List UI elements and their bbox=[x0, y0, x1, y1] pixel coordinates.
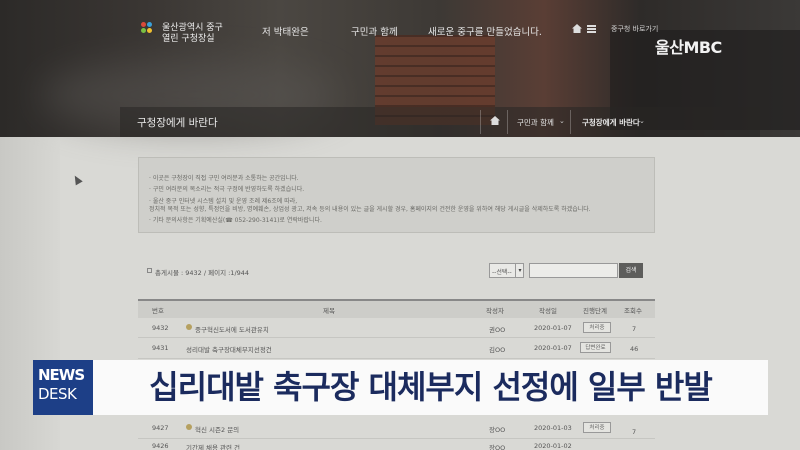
row-title-link[interactable]: 중구혁신도서에 도서관유치 bbox=[195, 324, 269, 334]
chevron-down-icon[interactable]: ⌄ bbox=[559, 117, 565, 125]
menu-icon[interactable] bbox=[587, 25, 596, 33]
column-header-views: 조회수 bbox=[624, 307, 642, 315]
org-name-line2: 열린 구청장실 bbox=[162, 34, 215, 44]
row-views: 7 bbox=[632, 325, 637, 333]
row-title-link[interactable]: 성리대발 축구장대체부지선정건 bbox=[186, 344, 272, 354]
news-headline: 십리대밭 축구장 대체부지 선정에 일부 반발 bbox=[149, 368, 713, 406]
row-author: 권OO bbox=[489, 326, 506, 334]
post-count: 총게시물 : 9432 / 페이지 :1/944 bbox=[155, 269, 250, 277]
notice-line: 정치적 목적 또는 성향, 특정인을 비방, 명예훼손, 상업성 광고, 저속 … bbox=[149, 206, 591, 213]
row-title-link[interactable]: 기간제 채용 관련 건 bbox=[186, 442, 240, 450]
nav-item-new-junggu[interactable]: 새로운 중구를 만들었습니다. bbox=[428, 24, 542, 38]
row-views: 7 bbox=[632, 428, 637, 436]
notice-line: · 구민 여러분의 목소리는 적극 구정에 반영하도록 하겠습니다. bbox=[149, 186, 305, 193]
divider bbox=[570, 110, 571, 134]
column-header-title: 제목 bbox=[323, 307, 335, 315]
column-header-status: 진행단계 bbox=[583, 307, 607, 315]
nav-item-intro[interactable]: 저 박태완은 bbox=[262, 24, 309, 38]
status-badge: 처리중 bbox=[583, 322, 611, 333]
row-date: 2020-01-03 bbox=[534, 424, 572, 432]
chevron-down-icon[interactable]: ⌄ bbox=[639, 117, 645, 125]
row-number: 9432 bbox=[152, 324, 169, 332]
breadcrumb-item-together[interactable]: 구민과 함께 bbox=[517, 117, 554, 128]
row-date: 2020-01-07 bbox=[534, 344, 572, 352]
divider bbox=[480, 110, 481, 134]
divider bbox=[507, 110, 508, 134]
row-number: 9426 bbox=[152, 442, 169, 450]
goto-junggu-link[interactable]: 중구청 바로가기 bbox=[611, 24, 658, 34]
lock-icon bbox=[186, 424, 192, 430]
row-date: 2020-01-07 bbox=[534, 324, 572, 332]
row-views: 46 bbox=[630, 345, 639, 353]
table-header bbox=[138, 299, 655, 318]
search-button[interactable]: 검색 bbox=[619, 263, 643, 278]
home-icon[interactable] bbox=[572, 24, 582, 33]
column-header-date: 작성일 bbox=[539, 307, 557, 315]
breadcrumb-home-icon[interactable] bbox=[490, 116, 500, 125]
count-icon bbox=[147, 268, 152, 273]
lock-icon bbox=[186, 324, 192, 330]
notice-line: · 기타 문의사항은 기획예산실(☎ 052-290-3141)로 연락바랍니다… bbox=[149, 217, 322, 224]
status-badge: 답변완료 bbox=[580, 342, 611, 353]
news-badge-line1: NEWS bbox=[38, 366, 85, 384]
row-date: 2020-01-02 bbox=[534, 442, 572, 450]
row-author: 장OO bbox=[489, 444, 506, 450]
column-header-author: 작성자 bbox=[486, 307, 504, 315]
logo-icon bbox=[141, 22, 152, 33]
nav-item-together[interactable]: 구민과 함께 bbox=[351, 24, 398, 38]
news-badge-line2: DESK bbox=[38, 385, 77, 403]
notice-line: · 이곳은 구청장이 직접 구민 여러분과 소통하는 공간입니다. bbox=[149, 175, 299, 182]
column-header-number: 번호 bbox=[152, 307, 164, 315]
chevron-down-icon[interactable]: ▾ bbox=[515, 263, 524, 278]
row-number: 9431 bbox=[152, 344, 169, 352]
video-frame: 울산광역시 중구 열린 구청장실 저 박태완은 구민과 함께 새로운 중구를 만… bbox=[0, 0, 800, 450]
page-title: 구청장에게 바란다 bbox=[137, 117, 218, 129]
mouse-cursor-icon bbox=[71, 173, 83, 186]
notice-box: · 이곳은 구청장이 직접 구민 여러분과 소통하는 공간입니다. · 구민 여… bbox=[138, 157, 655, 233]
breadcrumb-item-current[interactable]: 구청장에게 바란다 bbox=[582, 117, 640, 128]
row-title-link[interactable]: 혁신 시즌2 문의 bbox=[195, 424, 239, 434]
status-badge: 처리중 bbox=[583, 422, 611, 433]
row-author: 장OO bbox=[489, 426, 506, 434]
row-author: 김OO bbox=[489, 346, 506, 354]
broadcaster-logo: 울산MBC bbox=[655, 38, 722, 57]
row-number: 9427 bbox=[152, 424, 169, 432]
search-input[interactable] bbox=[529, 263, 618, 278]
